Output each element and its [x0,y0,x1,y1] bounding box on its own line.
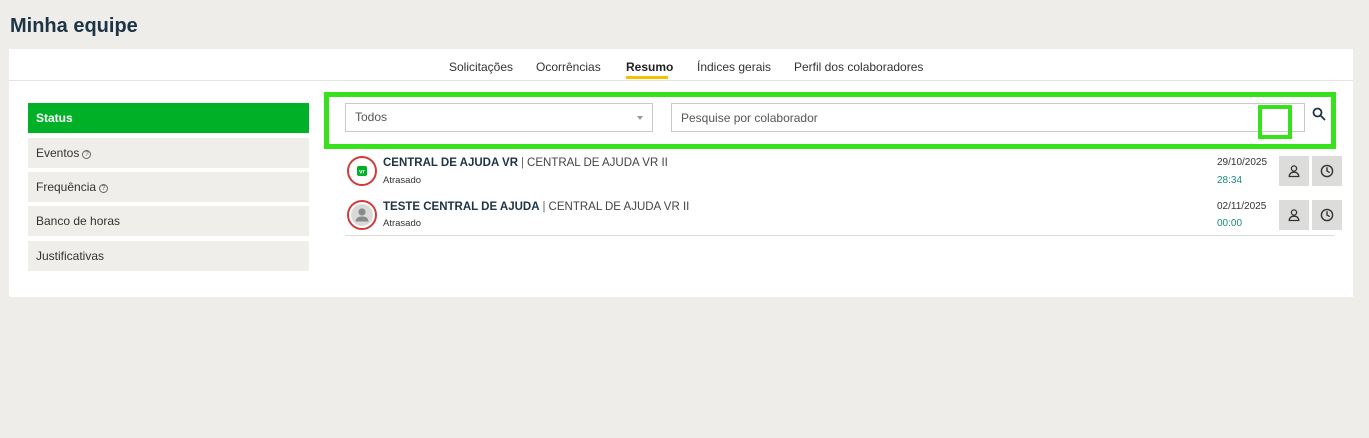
employee-name-line: TESTE CENTRAL DE AJUDA | CENTRAL DE AJUDA … [383,201,689,213]
status-filter-select[interactable]: Todos [345,103,653,132]
sidebar-item-label: Frequência [36,180,97,194]
user-silhouette-icon [347,200,377,230]
profile-button[interactable] [1279,200,1309,230]
help-icon[interactable]: ? [82,150,92,159]
team-panel: Solicitações Ocorrências Resumo Índices … [9,49,1353,297]
clock-icon [1320,164,1334,178]
row-divider [345,235,1334,236]
sidebar-item-eventos[interactable]: Eventos? [28,138,309,168]
tab-bar: Solicitações Ocorrências Resumo Índices … [9,49,1353,81]
record-time: 28:34 [1217,175,1243,186]
help-icon[interactable]: ? [99,184,109,193]
name-separator: | [542,201,546,213]
svg-text:vr: vr [359,170,365,176]
history-button[interactable] [1312,200,1342,230]
chevron-down-icon [637,116,643,120]
active-tab-indicator [626,76,668,79]
sidebar-item-banco-de-horas[interactable]: Banco de horas [28,206,309,236]
tab-indices-gerais[interactable]: Índices gerais [697,60,771,74]
status-filter-value: Todos [355,110,388,124]
search-icon[interactable] [1312,107,1328,123]
sidebar-item-status[interactable]: Status [28,103,309,133]
user-icon [1288,209,1300,222]
sidebar-item-frequencia[interactable]: Frequência? [28,172,309,202]
record-date: 29/10/2025 [1217,157,1268,168]
sidebar-item-label: Status [36,111,73,125]
employee-name-line: CENTRAL DE AJUDA VR | CENTRAL DE AJUDA VR … [383,157,668,169]
sidebar-item-label: Justificativas [36,249,105,263]
sidebar-item-justificativas[interactable]: Justificativas [28,241,309,271]
tab-solicitacoes[interactable]: Solicitações [449,60,513,74]
sidebar-item-label: Eventos [36,146,80,160]
employee-company: CENTRAL DE AJUDA VR II [527,157,668,169]
profile-button[interactable] [1279,156,1309,186]
name-separator: | [521,157,525,169]
record-time: 00:00 [1217,218,1243,229]
clock-icon [1320,208,1334,222]
employee-name: CENTRAL DE AJUDA VR [383,157,519,169]
employee-status: Atrasado [383,175,422,186]
employee-company: CENTRAL DE AJUDA VR II [548,201,690,213]
employee-row[interactable]: TESTE CENTRAL DE AJUDA | CENTRAL DE AJUDA … [345,196,1342,236]
user-icon [1288,165,1300,178]
search-input[interactable] [671,103,1305,132]
record-date: 02/11/2025 [1217,201,1267,212]
page-title: Minha equipe [10,15,138,37]
tab-ocorrencias[interactable]: Ocorrências [536,60,601,74]
sidebar-item-label: Banco de horas [36,214,121,228]
employee-row[interactable]: vr CENTRAL DE AJUDA VR | CENTRAL DE AJUDA … [345,149,1342,188]
employee-status: Atrasado [383,218,422,229]
tab-perfil-colaboradores[interactable]: Perfil dos colaboradores [794,60,923,74]
history-button[interactable] [1312,156,1342,186]
vr-logo-icon: vr [347,156,377,186]
employee-name: TESTE CENTRAL DE AJUDA [383,201,540,213]
tab-resumo[interactable]: Resumo [626,60,673,74]
